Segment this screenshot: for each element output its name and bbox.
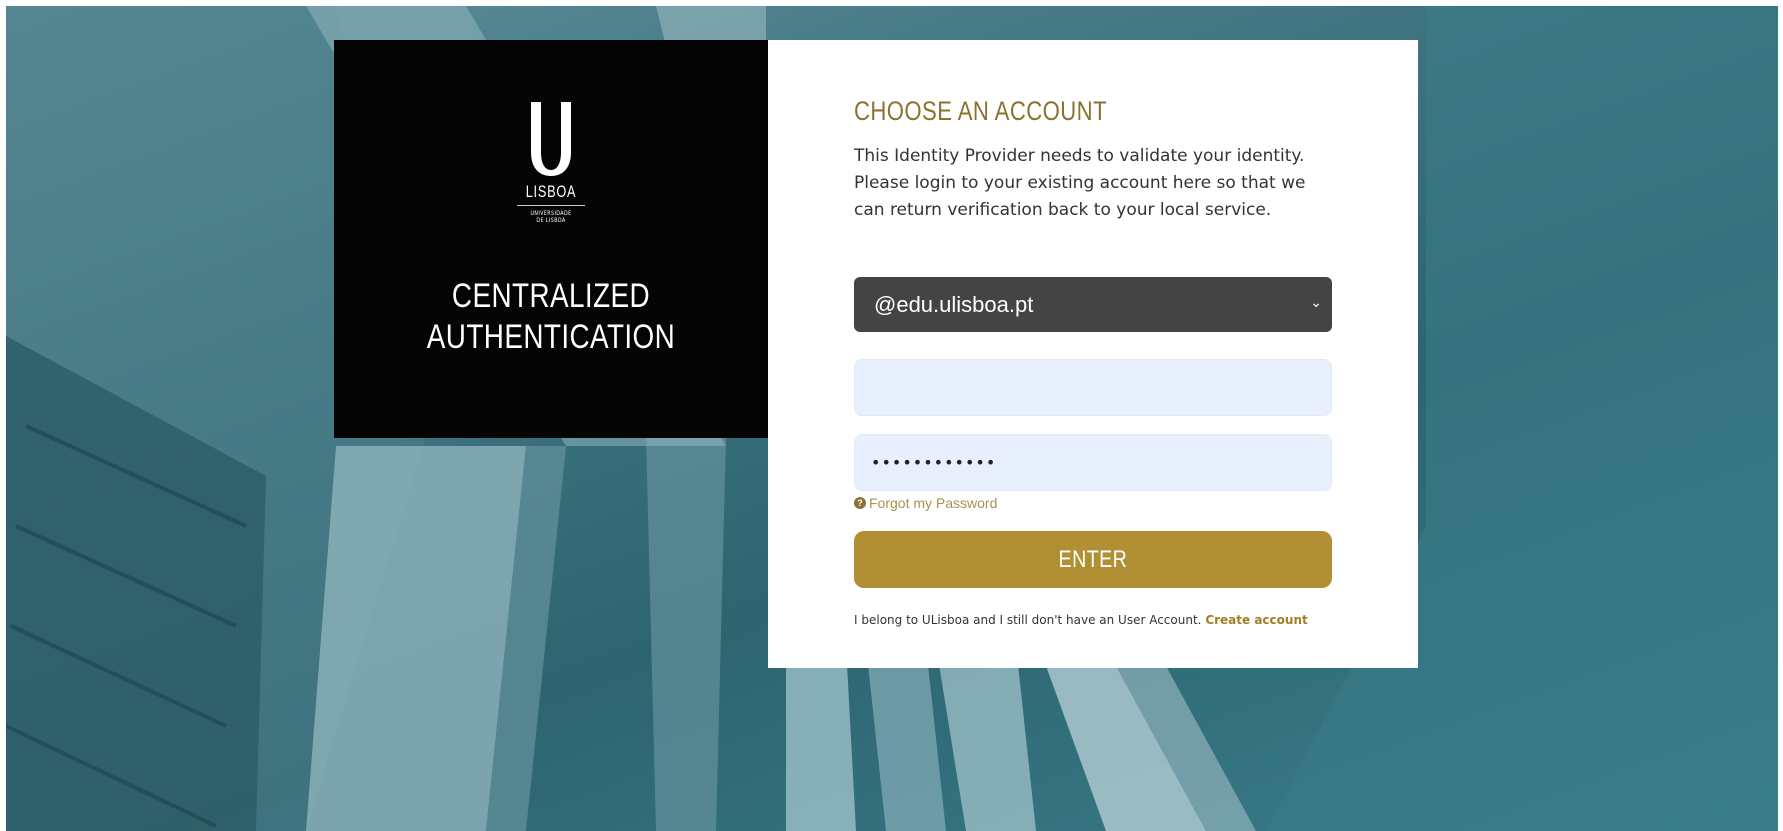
brand-title-line2: AUTHENTICATION (426, 318, 676, 356)
login-form: CHOOSE AN ACCOUNT This Identity Provider… (854, 96, 1332, 627)
enter-button-label: ENTER (1058, 545, 1128, 573)
question-circle-icon: ? (854, 497, 866, 509)
logo-city: LISBOA (525, 182, 577, 201)
domain-select-value: @edu.ulisboa.pt (874, 291, 1034, 317)
password-field[interactable]: •••••••••••• (854, 434, 1332, 491)
brand-title: CENTRALIZED AUTHENTICATION (373, 276, 729, 358)
logo-divider (517, 205, 585, 206)
password-value: •••••••••••• (871, 453, 997, 472)
create-account-link[interactable]: Create account (1205, 613, 1307, 627)
page-title: CHOOSE AN ACCOUNT (854, 96, 1108, 126)
signup-text: I belong to ULisboa and I still don't ha… (854, 613, 1202, 627)
brand-panel: LISBOA UNIVERSIDADE DE LISBOA CENTRALIZE… (334, 40, 768, 438)
ulisboa-logo: LISBOA UNIVERSIDADE DE LISBOA (515, 100, 587, 224)
chevron-down-icon: ⌄ (1310, 294, 1322, 310)
forgot-password-label: Forgot my Password (869, 495, 998, 511)
logo-subtitle-1: UNIVERSIDADE (530, 210, 572, 217)
brand-title-line1: CENTRALIZED (451, 277, 651, 315)
enter-button[interactable]: ENTER (854, 531, 1332, 588)
login-panel: CHOOSE AN ACCOUNT This Identity Provider… (768, 40, 1418, 668)
forgot-password-link[interactable]: ? Forgot my Password (854, 495, 997, 511)
username-field[interactable] (854, 359, 1332, 416)
signup-notice: I belong to ULisboa and I still don't ha… (854, 613, 1308, 627)
u-logo-icon (531, 102, 571, 176)
intro-text: This Identity Provider needs to validate… (854, 146, 1306, 220)
logo-subtitle-2: DE LISBOA (536, 217, 566, 224)
domain-select[interactable]: @edu.ulisboa.pt ⌄ (854, 277, 1332, 332)
